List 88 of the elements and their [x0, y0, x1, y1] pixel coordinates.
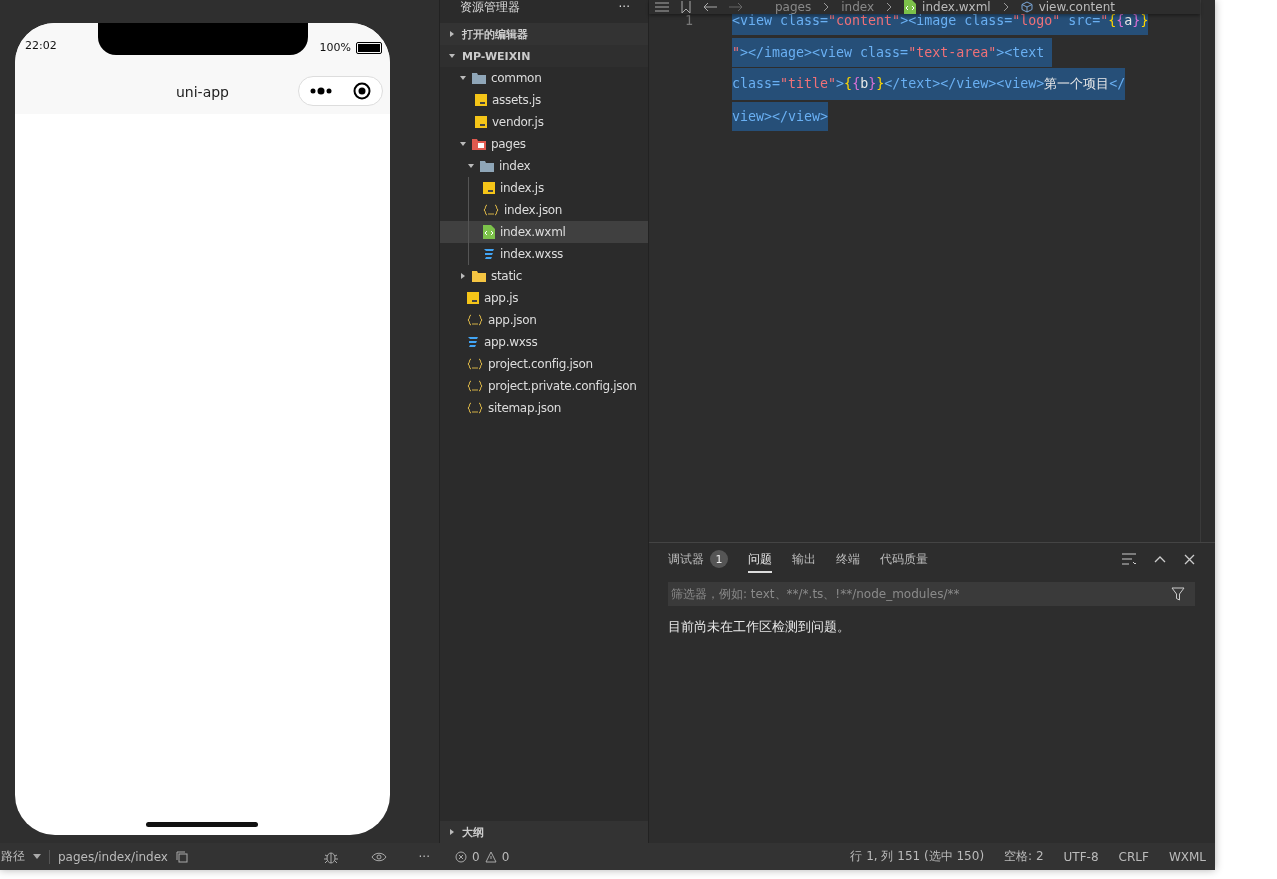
- js-file-icon: [467, 292, 479, 304]
- braces-icon: [467, 358, 483, 370]
- list-icon[interactable]: [655, 2, 669, 12]
- funnel-icon[interactable]: [1171, 587, 1185, 601]
- code-file-icon: [904, 0, 917, 14]
- chevron-icon: [1002, 2, 1009, 12]
- section-header[interactable]: 打开的编辑器: [440, 23, 648, 45]
- file-item[interactable]: app.json: [440, 309, 648, 331]
- caret-icon: [448, 30, 456, 38]
- file-item[interactable]: index.wxss: [440, 243, 648, 265]
- file-item[interactable]: sitemap.json: [440, 397, 648, 419]
- caret-icon: [467, 162, 475, 170]
- count-badge: 1: [710, 550, 728, 568]
- file-item[interactable]: assets.js: [440, 89, 648, 111]
- section-header[interactable]: MP-WEIXIN: [440, 45, 648, 67]
- folder-icon: [472, 72, 486, 84]
- error-count[interactable]: 0: [472, 849, 480, 864]
- page-path: pages/index/index: [58, 849, 168, 864]
- page-title: uni-app: [175, 84, 229, 100]
- file-item[interactable]: vendor.js: [440, 111, 648, 133]
- caret-icon: [33, 854, 41, 859]
- css-file-icon: [483, 248, 495, 260]
- bug-icon[interactable]: [322, 849, 339, 864]
- status-item[interactable]: UTF-8: [1063, 849, 1099, 864]
- css-file-icon: [467, 336, 479, 348]
- code-file-icon: [483, 225, 495, 239]
- more-icon[interactable]: [309, 87, 332, 95]
- section-header[interactable]: 大纲: [440, 821, 648, 843]
- more-button[interactable]: ···: [618, 0, 630, 14]
- folder-item[interactable]: index: [440, 155, 648, 177]
- status-item[interactable]: CRLF: [1118, 849, 1149, 864]
- folder-icon: [472, 270, 486, 282]
- folder-icon: [472, 138, 486, 150]
- js-file-icon: [483, 182, 495, 194]
- forward-icon[interactable]: [729, 2, 743, 12]
- file-item[interactable]: app.wxss: [440, 331, 648, 353]
- line-number: 1: [685, 12, 693, 28]
- file-item[interactable]: project.private.config.json: [440, 375, 648, 397]
- file-item[interactable]: project.config.json: [440, 353, 648, 375]
- file-item[interactable]: index.wxml: [440, 221, 648, 243]
- eye-icon[interactable]: [370, 851, 387, 862]
- record-icon[interactable]: [353, 82, 372, 100]
- panel-tab[interactable]: 问题: [748, 545, 772, 573]
- file-item[interactable]: index.js: [440, 177, 648, 199]
- chevron-up-icon[interactable]: [1154, 555, 1166, 563]
- braces-icon: [483, 204, 499, 216]
- folder-item[interactable]: static: [440, 265, 648, 287]
- status-item[interactable]: 空格: 2: [1004, 848, 1044, 865]
- filter-field[interactable]: 筛选器，例如: text、**/*.ts、!**/node_modules/**: [668, 582, 1195, 606]
- caret-icon: [448, 828, 456, 836]
- close-icon[interactable]: [1184, 553, 1195, 565]
- status-item[interactable]: WXML: [1168, 849, 1206, 864]
- braces-icon: [467, 314, 483, 326]
- warning-icon: [484, 850, 497, 863]
- chevron-icon: [886, 2, 893, 12]
- battery-icon: [356, 41, 382, 54]
- braces-icon: [467, 380, 483, 392]
- problems-message: 目前尚未在工作区检测到问题。: [668, 619, 851, 636]
- file-item[interactable]: app.js: [440, 287, 648, 309]
- path-label[interactable]: 路径: [1, 848, 25, 865]
- panel-tab[interactable]: 终端: [836, 545, 860, 573]
- caret-icon: [459, 140, 467, 148]
- copy-icon[interactable]: [175, 850, 188, 863]
- folder-item[interactable]: common: [440, 67, 648, 89]
- status-time: 22:02: [25, 39, 57, 52]
- bookmark-icon[interactable]: [681, 1, 691, 13]
- js-file-icon: [475, 116, 487, 128]
- caret-icon: [459, 272, 467, 280]
- status-item[interactable]: 行 1, 列 151 (选中 150): [850, 848, 985, 865]
- back-icon[interactable]: [703, 2, 717, 12]
- chevron-icon: [823, 2, 830, 12]
- error-icon: [455, 850, 467, 863]
- cube-icon: [1020, 1, 1033, 13]
- battery-percent: 100%: [319, 41, 351, 54]
- warning-count[interactable]: 0: [501, 849, 510, 864]
- more-button[interactable]: ···: [418, 849, 430, 864]
- folder-item[interactable]: pages: [440, 133, 648, 155]
- file-item[interactable]: index.json: [440, 199, 648, 221]
- caret-icon: [459, 74, 467, 82]
- panel-tab[interactable]: 调试器 1: [668, 544, 728, 574]
- folder-icon: [480, 160, 494, 172]
- braces-icon: [467, 402, 483, 414]
- filter-list-icon[interactable]: [1122, 553, 1136, 565]
- panel-tab[interactable]: 输出: [792, 545, 816, 573]
- explorer-title: 资源管理器: [460, 0, 520, 14]
- caret-icon: [448, 52, 456, 60]
- panel-tab[interactable]: 代码质量: [880, 545, 928, 573]
- js-file-icon: [475, 94, 487, 106]
